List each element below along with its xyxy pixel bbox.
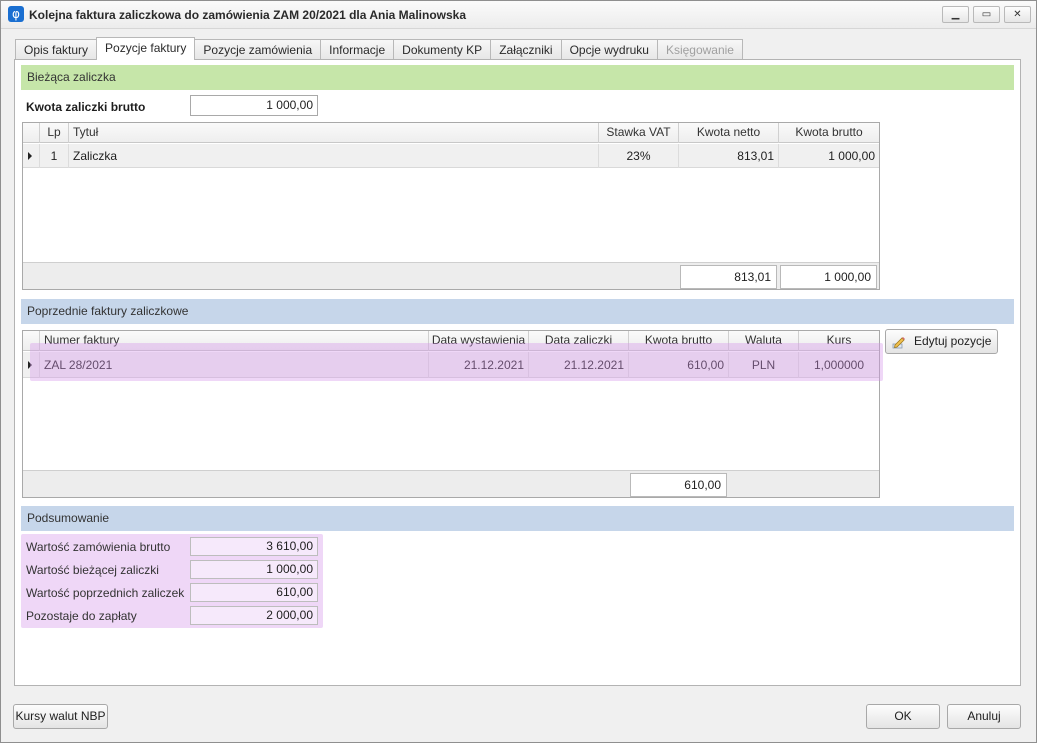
current-items-grid: Lp Tytuł Stawka VAT Kwota netto Kwota br… [22,122,880,290]
col-stawka-vat[interactable]: Stawka VAT [599,123,679,143]
tab-strip: Opis faktury Pozycje faktury Pozycje zam… [15,37,743,60]
tab-zalaczniki[interactable]: Załączniki [490,39,562,60]
row-highlight [30,343,883,381]
title-bar[interactable]: φ Kolejna faktura zaliczkowa do zamówien… [1,1,1036,29]
close-icon[interactable]: ✕ [1004,6,1031,23]
total-gross: 1 000,00 [780,265,877,289]
tab-panel: Bieżąca zaliczka Kwota zaliczki brutto 1… [14,59,1021,686]
pencil-icon [892,337,905,349]
tab-opcje-wydruku[interactable]: Opcje wydruku [560,39,658,60]
ok-button[interactable]: OK [866,704,940,729]
summary-value-current: 1 000,00 [190,560,318,579]
col-kwota-brutto[interactable]: Kwota brutto [779,123,879,143]
summary-value-previous: 610,00 [190,583,318,602]
summary-label-previous: Wartość poprzednich zaliczek [26,586,185,600]
total-net: 813,01 [680,265,777,289]
section-header-current: Bieżąca zaliczka [21,65,1014,90]
col-tytul[interactable]: Tytuł [69,123,599,143]
tab-informacje[interactable]: Informacje [320,39,395,60]
summary-label-remaining: Pozostaje do zapłaty [26,609,137,623]
previous-total-gross: 610,00 [630,473,727,497]
grid-footer: 813,01 1 000,00 [23,262,879,289]
grid-header: Lp Tytuł Stawka VAT Kwota netto Kwota br… [23,123,879,143]
grid-footer: 610,00 [23,470,879,497]
section-header-previous: Poprzednie faktury zaliczkowe [21,299,1014,324]
section-header-summary: Podsumowanie [21,506,1014,531]
edit-items-button[interactable]: Edytuj pozycje [885,329,998,354]
amount-input[interactable]: 1 000,00 [190,95,318,116]
tab-ksiegowanie: Księgowanie [656,39,743,60]
summary-label-order: Wartość zamówienia brutto [26,540,171,554]
tab-dokumenty-kp[interactable]: Dokumenty KP [393,39,492,60]
summary-label-current: Wartość bieżącej zaliczki [26,563,159,577]
summary-value-remaining: 2 000,00 [190,606,318,625]
dialog-window: φ Kolejna faktura zaliczkowa do zamówien… [0,0,1037,743]
minimize-icon[interactable]: ▁ [942,6,969,23]
app-logo-icon: φ [8,6,24,22]
cancel-button[interactable]: Anuluj [947,704,1021,729]
window-title: Kolejna faktura zaliczkowa do zamówienia… [29,8,467,22]
amount-label: Kwota zaliczki brutto [26,100,146,114]
table-row[interactable]: 1 Zaliczka 23% 813,01 1 000,00 [23,144,879,168]
summary-value-order: 3 610,00 [190,537,318,556]
edit-items-label: Edytuj pozycje [914,334,992,348]
tab-pozycje-zamowienia[interactable]: Pozycje zamówienia [194,39,322,60]
maximize-icon[interactable]: ▭ [973,6,1000,23]
tab-opis-faktury[interactable]: Opis faktury [15,39,98,60]
col-lp[interactable]: Lp [40,123,69,143]
col-kwota-netto[interactable]: Kwota netto [679,123,779,143]
nbp-rates-button[interactable]: Kursy walut NBP [13,704,108,729]
row-indicator-icon [23,144,40,168]
tab-pozycje-faktury[interactable]: Pozycje faktury [96,37,196,60]
